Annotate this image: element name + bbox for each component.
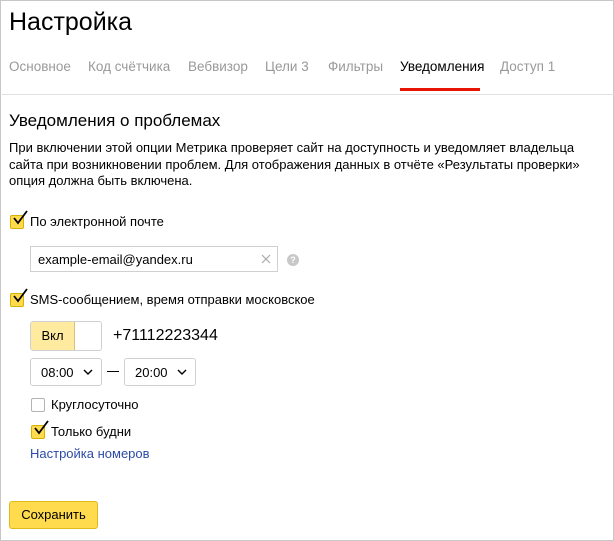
time-to-select[interactable]: 20:00 bbox=[124, 358, 196, 386]
tab-filters[interactable]: Фильтры bbox=[328, 55, 383, 79]
tab-webvisor[interactable]: Вебвизор bbox=[188, 55, 248, 79]
phone-numbers-settings-link[interactable]: Настройка номеров bbox=[30, 446, 150, 462]
checkmark-icon bbox=[34, 420, 49, 435]
weekdays-label[interactable]: Только будни bbox=[51, 424, 131, 440]
time-range-dash bbox=[107, 371, 119, 372]
tab-access[interactable]: Доступ 1 bbox=[500, 55, 555, 79]
email-field[interactable]: example-email@yandex.ru bbox=[30, 246, 278, 272]
email-checkbox[interactable] bbox=[10, 210, 28, 229]
around-clock-label[interactable]: Круглосуточно bbox=[51, 397, 139, 413]
weekdays-checkbox[interactable] bbox=[31, 420, 49, 439]
phone-number: +71112223344 bbox=[113, 327, 218, 344]
around-clock-checkbox[interactable] bbox=[31, 398, 45, 412]
tab-counter-code[interactable]: Код счётчика bbox=[88, 55, 170, 79]
sms-checkbox[interactable] bbox=[10, 288, 28, 307]
active-tab-indicator bbox=[400, 88, 480, 91]
question-icon[interactable]: ? bbox=[287, 254, 299, 266]
tab-main[interactable]: Основное bbox=[9, 55, 71, 79]
chevron-down-icon bbox=[83, 369, 93, 375]
email-checkbox-label[interactable]: По электронной почте bbox=[30, 214, 164, 230]
close-icon[interactable] bbox=[259, 252, 273, 266]
checkmark-icon bbox=[13, 210, 28, 225]
page-title: Настройка bbox=[9, 8, 133, 36]
tab-goals[interactable]: Цели 3 bbox=[265, 55, 309, 79]
chevron-down-icon bbox=[177, 369, 187, 375]
tab-bar: Основное Код счётчика Вебвизор Цели 3 Фи… bbox=[1, 55, 614, 93]
tabs-divider bbox=[2, 94, 614, 95]
sms-toggle-on-label: Вкл bbox=[31, 322, 75, 350]
email-field-value: example-email@yandex.ru bbox=[38, 252, 193, 267]
section-description: При включении этой опции Метрика проверя… bbox=[9, 140, 580, 188]
save-button[interactable]: Сохранить bbox=[9, 501, 98, 529]
time-from-value: 08:00 bbox=[41, 365, 74, 380]
sms-checkbox-label[interactable]: SMS-сообщением, время отправки московско… bbox=[30, 292, 315, 308]
settings-panel: Настройка Основное Код счётчика Вебвизор… bbox=[0, 0, 614, 541]
time-from-select[interactable]: 08:00 bbox=[30, 358, 102, 386]
time-to-value: 20:00 bbox=[135, 365, 168, 380]
checkmark-icon bbox=[13, 288, 28, 303]
sms-toggle[interactable]: Вкл bbox=[30, 321, 102, 351]
tab-notifications[interactable]: Уведомления bbox=[400, 55, 484, 79]
section-title: Уведомления о проблемах bbox=[9, 111, 221, 130]
